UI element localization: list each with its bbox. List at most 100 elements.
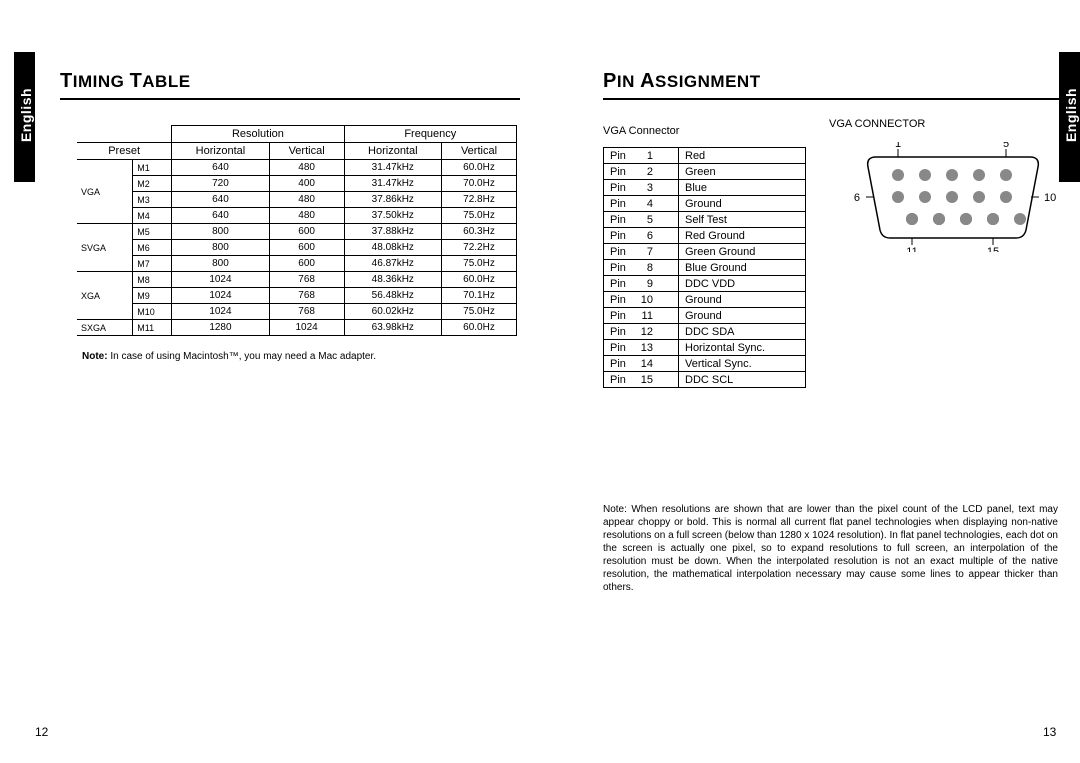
page-number-left: 12 bbox=[35, 725, 48, 739]
timing-cell: 60.0Hz bbox=[441, 272, 516, 288]
timing-cell: 75.0Hz bbox=[441, 256, 516, 272]
timing-cell: 640 bbox=[172, 208, 269, 224]
svg-text:11: 11 bbox=[906, 246, 917, 252]
timing-cell: M9 bbox=[133, 288, 172, 304]
timing-table-title: TIMING TABLE bbox=[60, 70, 520, 93]
timing-cell: M1 bbox=[133, 160, 172, 176]
mode-cell: SXGA bbox=[77, 320, 133, 336]
timing-cell: 480 bbox=[269, 160, 344, 176]
pin-number: Pin 2 bbox=[604, 164, 679, 180]
pin-desc: Self Test bbox=[679, 212, 806, 228]
timing-cell: 600 bbox=[269, 224, 344, 240]
pin-desc: DDC SCL bbox=[679, 372, 806, 388]
timing-cell: 72.2Hz bbox=[441, 240, 516, 256]
timing-cell: 75.0Hz bbox=[441, 208, 516, 224]
col-horizontal2: Horizontal bbox=[344, 143, 441, 160]
timing-cell: M7 bbox=[133, 256, 172, 272]
timing-cell: 37.50kHz bbox=[344, 208, 441, 224]
timing-cell: 56.48kHz bbox=[344, 288, 441, 304]
language-tab-right-text: English bbox=[1063, 85, 1079, 145]
note-text: In case of using Macintosh™, you may nee… bbox=[110, 351, 376, 362]
timing-cell: 1024 bbox=[172, 288, 269, 304]
divider bbox=[603, 98, 1063, 100]
pin-desc: Ground bbox=[679, 308, 806, 324]
timing-cell: 63.98kHz bbox=[344, 320, 441, 336]
resolution-note: Note: When resolutions are shown that ar… bbox=[603, 503, 1058, 594]
timing-cell: 720 bbox=[172, 176, 269, 192]
pin-number: Pin 8 bbox=[604, 260, 679, 276]
pin-desc: DDC VDD bbox=[679, 276, 806, 292]
timing-cell: 768 bbox=[269, 288, 344, 304]
pin-number: Pin 7 bbox=[604, 244, 679, 260]
timing-cell: 70.0Hz bbox=[441, 176, 516, 192]
timing-note: Note: In case of using Macintosh™, you m… bbox=[82, 351, 520, 362]
pin-number: Pin 4 bbox=[604, 196, 679, 212]
col-frequency: Frequency bbox=[344, 126, 516, 143]
pin-number: Pin 1 bbox=[604, 148, 679, 164]
timing-cell: 600 bbox=[269, 240, 344, 256]
timing-cell: 37.88kHz bbox=[344, 224, 441, 240]
timing-cell: 640 bbox=[172, 192, 269, 208]
pin-table: Pin 1RedPin 2GreenPin 3BluePin 4GroundPi… bbox=[603, 147, 806, 388]
timing-cell: 1024 bbox=[172, 272, 269, 288]
pin-number: Pin 3 bbox=[604, 180, 679, 196]
pin-desc: Green Ground bbox=[679, 244, 806, 260]
pin-desc: Ground bbox=[679, 292, 806, 308]
timing-table: Resolution Frequency Preset Horizontal V… bbox=[77, 125, 517, 336]
vga-connector-diagram: 1 5 6 10 11 15 bbox=[848, 142, 1058, 257]
pin-desc: Ground bbox=[679, 196, 806, 212]
pin-number: Pin 12 bbox=[604, 324, 679, 340]
pin-desc: Green bbox=[679, 164, 806, 180]
pin-desc: Horizontal Sync. bbox=[679, 340, 806, 356]
timing-cell: 768 bbox=[269, 272, 344, 288]
timing-cell: M4 bbox=[133, 208, 172, 224]
mode-cell: VGA bbox=[77, 160, 133, 224]
timing-cell: 46.87kHz bbox=[344, 256, 441, 272]
timing-cell: 1280 bbox=[172, 320, 269, 336]
pin-desc: Red bbox=[679, 148, 806, 164]
pin-number: Pin 9 bbox=[604, 276, 679, 292]
pin-desc: Blue Ground bbox=[679, 260, 806, 276]
timing-cell: M5 bbox=[133, 224, 172, 240]
timing-cell: 75.0Hz bbox=[441, 304, 516, 320]
timing-cell: 70.1Hz bbox=[441, 288, 516, 304]
note-label: Note: bbox=[82, 351, 108, 362]
svg-text:15: 15 bbox=[987, 246, 999, 252]
svg-text:6: 6 bbox=[854, 192, 860, 204]
timing-cell: 640 bbox=[172, 160, 269, 176]
mode-cell: SVGA bbox=[77, 224, 133, 272]
language-tab-left-text: English bbox=[18, 85, 34, 145]
svg-text:10: 10 bbox=[1044, 192, 1056, 204]
col-vertical2: Vertical bbox=[441, 143, 516, 160]
pin-number: Pin 15 bbox=[604, 372, 679, 388]
timing-cell: 800 bbox=[172, 256, 269, 272]
timing-cell: M2 bbox=[133, 176, 172, 192]
pin-desc: Red Ground bbox=[679, 228, 806, 244]
timing-cell: 48.36kHz bbox=[344, 272, 441, 288]
timing-cell: 31.47kHz bbox=[344, 160, 441, 176]
timing-cell: 60.0Hz bbox=[441, 320, 516, 336]
timing-cell: 72.8Hz bbox=[441, 192, 516, 208]
pin-number: Pin 13 bbox=[604, 340, 679, 356]
page-number-right: 13 bbox=[1043, 725, 1056, 739]
divider bbox=[60, 98, 520, 100]
left-page: TIMING TABLE Resolution Frequency Preset… bbox=[60, 70, 520, 362]
connector-diagram-label: VGA CONNECTOR bbox=[829, 118, 925, 130]
mode-cell: XGA bbox=[77, 272, 133, 320]
pin-number: Pin 5 bbox=[604, 212, 679, 228]
timing-cell: M11 bbox=[133, 320, 172, 336]
timing-cell: 31.47kHz bbox=[344, 176, 441, 192]
timing-cell: 48.08kHz bbox=[344, 240, 441, 256]
timing-cell: M8 bbox=[133, 272, 172, 288]
timing-cell: 400 bbox=[269, 176, 344, 192]
svg-text:1: 1 bbox=[895, 142, 901, 150]
col-horizontal: Horizontal bbox=[172, 143, 269, 160]
timing-cell: 800 bbox=[172, 240, 269, 256]
pin-desc: Blue bbox=[679, 180, 806, 196]
col-preset: Preset bbox=[77, 143, 172, 160]
timing-cell: M3 bbox=[133, 192, 172, 208]
timing-cell: 600 bbox=[269, 256, 344, 272]
language-tab-left: English bbox=[14, 52, 35, 182]
timing-cell: 768 bbox=[269, 304, 344, 320]
pin-number: Pin 11 bbox=[604, 308, 679, 324]
